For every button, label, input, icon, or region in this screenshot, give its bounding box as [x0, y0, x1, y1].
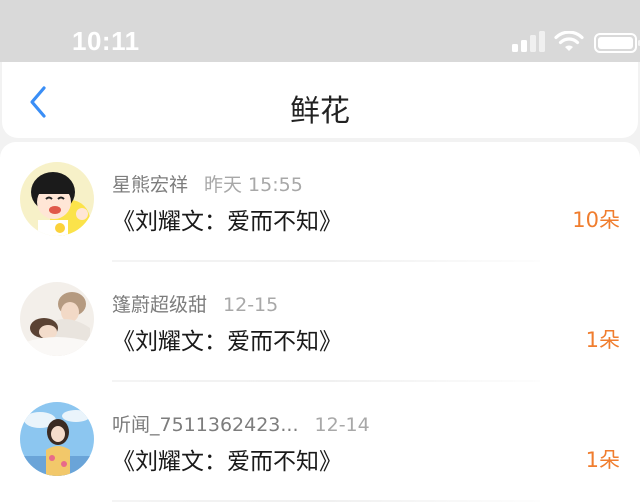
user-line: 听闻_7511362423... 12-14: [112, 410, 370, 436]
flower-count: 1朵: [585, 448, 620, 472]
user-line: 星熊宏祥 昨天 15:55: [112, 170, 303, 196]
item-time: 12-15: [223, 294, 279, 316]
cartoon-girl-avatar[interactable]: [20, 162, 94, 236]
list-item[interactable]: 星熊宏祥 昨天 15:55 《刘耀文：爱而不知》 10朵: [0, 142, 640, 262]
flower-count: 10朵: [572, 208, 620, 232]
book-title[interactable]: 《刘耀文：爱而不知》: [112, 322, 342, 356]
page-title: 鲜花: [290, 94, 350, 129]
status-time: 10:11: [72, 26, 140, 56]
couple-photo-avatar[interactable]: [20, 282, 94, 356]
list-item[interactable]: 听闻_7511362423... 12-14 《刘耀文：爱而不知》 1朵: [0, 382, 640, 502]
flower-count: 1朵: [585, 328, 620, 352]
item-time: 12-14: [314, 414, 370, 436]
signal-icon: [512, 31, 545, 52]
nav-bar: 鲜花: [2, 62, 638, 138]
gift-list: 星熊宏祥 昨天 15:55 《刘耀文：爱而不知》 10朵 篷蔚超级甜 12-15 《…: [0, 142, 640, 502]
user-name[interactable]: 听闻_7511362423...: [112, 414, 299, 436]
status-bar: 10:11: [0, 0, 640, 62]
user-line: 篷蔚超级甜 12-15: [112, 290, 278, 316]
battery-icon: [594, 33, 640, 53]
book-title[interactable]: 《刘耀文：爱而不知》: [112, 202, 342, 236]
girl-photo-avatar[interactable]: [20, 402, 94, 476]
list-item[interactable]: 篷蔚超级甜 12-15 《刘耀文：爱而不知》 1朵: [0, 262, 640, 382]
user-name[interactable]: 篷蔚超级甜: [112, 294, 207, 316]
user-name[interactable]: 星熊宏祥: [112, 174, 188, 196]
book-title[interactable]: 《刘耀文：爱而不知》: [112, 442, 342, 476]
wifi-icon: [554, 31, 584, 51]
item-time: 昨天 15:55: [204, 174, 303, 196]
